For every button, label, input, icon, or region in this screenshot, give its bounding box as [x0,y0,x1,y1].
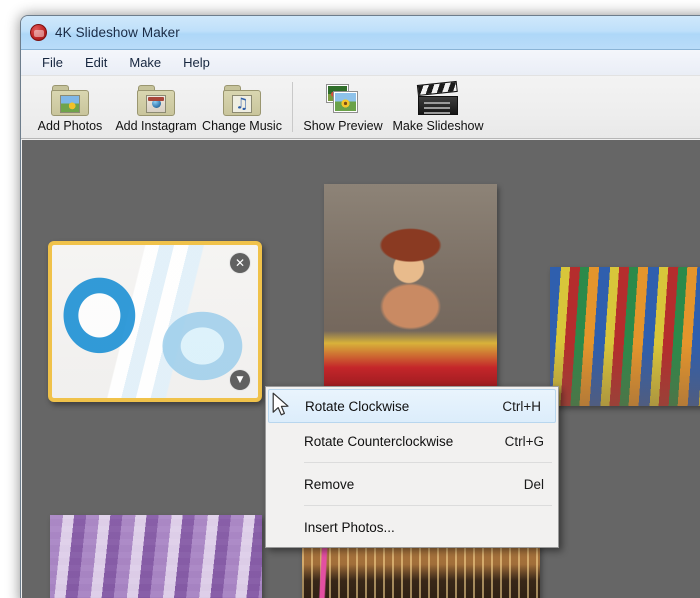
thumbnail-samba-dancers-blue-flag[interactable]: ✕ ▼ [48,241,262,402]
show-preview-label: Show Preview [303,119,383,133]
add-instagram-label: Add Instagram [115,119,197,133]
context-menu-item-shortcut: Ctrl+G [504,433,544,449]
folder-photo-icon [51,83,89,117]
context-menu-item-label: Remove [304,476,355,492]
folder-instagram-icon [137,83,175,117]
thumbnail-carnival-giant-puppets[interactable] [550,267,700,406]
thumbnail-image [324,184,497,388]
context-menu-item-label: Rotate Counterclockwise [304,433,454,449]
make-slideshow-button[interactable]: Make Slideshow [386,80,490,133]
toolbar: Add Photos Add Instagram ♫ Change Music … [21,76,700,139]
context-menu-separator [304,462,552,463]
context-menu-item-label: Insert Photos... [304,519,395,535]
change-music-button[interactable]: Change Music [199,80,285,133]
app-logo-icon [30,24,47,41]
photo-context-menu[interactable]: Rotate Clockwise Ctrl+H Rotate Countercl… [265,386,559,548]
context-menu-item-shortcut: Ctrl+H [502,398,541,414]
remove-photo-icon[interactable]: ✕ [229,252,251,274]
photo-options-chevron-down-icon[interactable]: ▼ [229,369,251,391]
context-menu-item-rotate-clockwise[interactable]: Rotate Clockwise Ctrl+H [268,389,556,423]
change-music-label: Change Music [202,119,282,133]
thumbnail-image [302,540,540,598]
menu-item-edit[interactable]: Edit [74,53,118,72]
add-photos-button[interactable]: Add Photos [27,80,113,133]
context-menu-item-shortcut: Del [523,476,544,492]
context-menu-separator [304,505,552,506]
screenshot-root: 4K Slideshow Maker File Edit Make Help A… [0,0,700,598]
menu-bar: File Edit Make Help [21,50,700,76]
menu-item-help[interactable]: Help [172,53,221,72]
thumbnail-image [550,267,700,406]
thumbnail-image [50,515,262,598]
clapperboard-icon [416,80,458,117]
menu-item-make[interactable]: Make [118,53,172,72]
context-menu-item-remove[interactable]: Remove Del [266,466,558,502]
add-photos-label: Add Photos [37,119,103,133]
folder-music-icon [223,83,261,117]
title-bar: 4K Slideshow Maker [21,16,700,50]
thumbnail-singer-with-hat[interactable] [324,184,497,388]
context-menu-item-label: Rotate Clockwise [305,398,410,414]
menu-item-file[interactable]: File [31,53,74,72]
make-slideshow-label: Make Slideshow [392,119,484,133]
photo-stack-icon [324,83,362,117]
thumbnail-night-city-skyline[interactable] [302,540,540,598]
thumbnail-image [52,245,258,398]
thumbnail-purple-drummers-parade[interactable] [50,515,262,598]
add-instagram-button[interactable]: Add Instagram [113,80,199,133]
context-menu-item-insert-photos[interactable]: Insert Photos... [266,509,558,545]
show-preview-button[interactable]: Show Preview [300,80,386,133]
context-menu-item-rotate-counterclockwise[interactable]: Rotate Counterclockwise Ctrl+G [266,423,558,459]
window-title: 4K Slideshow Maker [55,25,180,40]
toolbar-separator [292,82,293,132]
